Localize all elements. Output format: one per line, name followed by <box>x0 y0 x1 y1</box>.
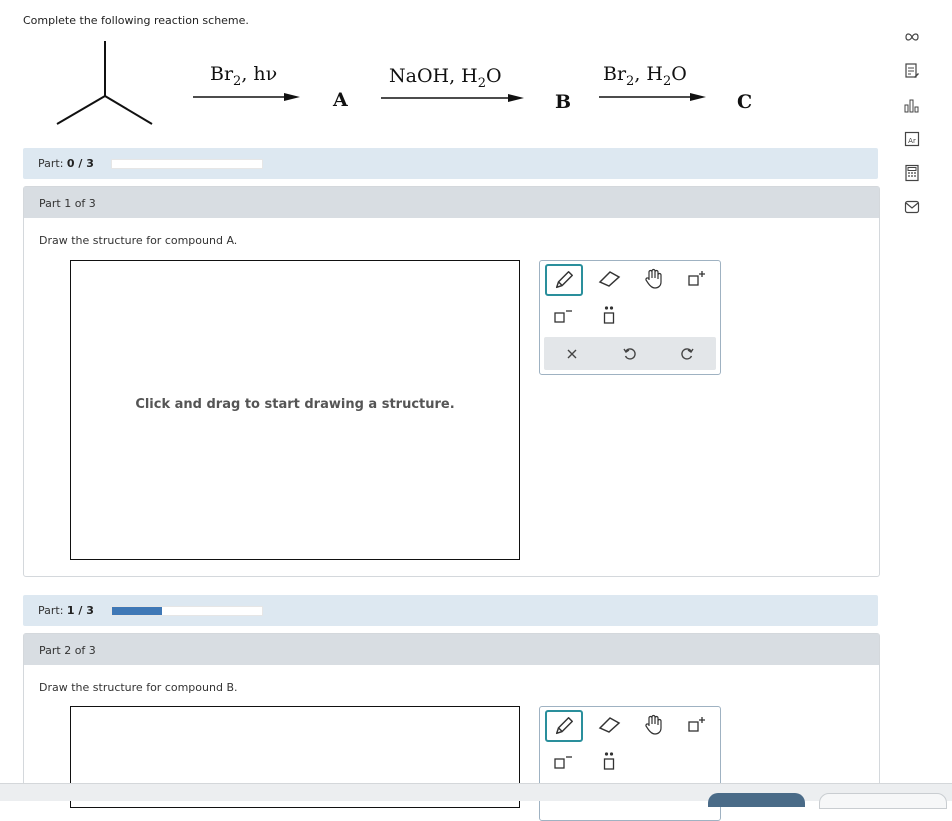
part-1-panel: Part 1 of 3 Draw the structure for compo… <box>23 186 880 577</box>
add-atom-icon <box>688 271 705 286</box>
hand-icon <box>645 268 662 289</box>
notes-button[interactable] <box>899 54 925 88</box>
reaction-scheme: Br2, hν A NaOH, H2O B Br2, H2O C <box>0 35 800 135</box>
undo-button[interactable] <box>612 339 648 369</box>
add-atom-tool[interactable] <box>679 710 715 740</box>
compound-c-label: C <box>737 91 753 113</box>
isobutane-skeleton <box>56 41 153 125</box>
drawing-canvas[interactable]: Click and drag to start drawing a struct… <box>70 260 520 560</box>
mail-icon <box>904 200 920 214</box>
part-header: Part 1 of 3 <box>24 187 879 218</box>
reagent-step3: Br2, H2O <box>603 63 687 89</box>
hand-tool[interactable] <box>635 264 671 294</box>
clear-icon <box>567 349 577 359</box>
drawing-toolbar <box>539 706 721 821</box>
question-text: Draw the structure for compound A. <box>39 234 238 247</box>
intro-text: Complete the following reaction scheme. <box>23 14 249 27</box>
periodic-table-button[interactable]: Ar <box>899 122 925 156</box>
part-progress-text: Part: 0 / 3 <box>38 157 94 170</box>
lone-pair-icon <box>603 306 615 324</box>
footer-bar <box>0 783 952 809</box>
eraser-tool[interactable] <box>591 264 627 294</box>
eraser-tool[interactable] <box>591 710 627 740</box>
reagent-text: O <box>671 63 687 85</box>
progress-fill <box>112 607 162 615</box>
clipboard-icon <box>905 63 919 78</box>
reagent-text: O <box>486 65 502 87</box>
eraser-icon <box>598 271 621 287</box>
graph-button[interactable] <box>899 88 925 122</box>
negative-charge-tool[interactable] <box>545 747 581 777</box>
lone-pair-tool[interactable] <box>591 747 627 777</box>
calculator-icon <box>905 164 919 182</box>
reagent-text: , H <box>634 63 663 85</box>
part-progress-label: Part: <box>38 157 64 170</box>
reagent-text: Br <box>210 63 234 85</box>
reagent-step2: NaOH, H2O <box>389 65 502 91</box>
negative-charge-icon <box>554 756 572 769</box>
pencil-icon <box>555 271 573 289</box>
redo-button[interactable] <box>669 339 705 369</box>
compound-b-label: B <box>555 91 572 113</box>
question-text: Draw the structure for compound B. <box>39 681 238 694</box>
pencil-icon <box>555 717 573 735</box>
part-progress-bar: Part: 0 / 3 <box>23 148 878 179</box>
reagent-subscript: 2 <box>477 75 487 91</box>
chart-icon <box>904 99 919 113</box>
part-progress-text: Part: 1 / 3 <box>38 604 94 617</box>
secondary-footer-button[interactable] <box>819 793 947 809</box>
part-progress-label: Part: <box>38 604 64 617</box>
pencil-tool[interactable] <box>545 264 583 296</box>
add-atom-icon <box>688 717 705 732</box>
primary-footer-button[interactable] <box>708 793 805 807</box>
compound-a-label: A <box>333 89 348 111</box>
pencil-tool[interactable] <box>545 710 583 742</box>
redo-icon <box>681 348 694 360</box>
part-progress-value: 0 / 3 <box>66 157 94 170</box>
right-sidebar: Ar <box>899 20 925 224</box>
infinity-icon <box>905 33 919 41</box>
part-header-text: Part 2 of 3 <box>39 644 96 657</box>
message-button[interactable] <box>899 190 925 224</box>
lone-pair-tool[interactable] <box>591 301 627 331</box>
undo-icon <box>623 348 636 360</box>
periodic-table-icon: Ar <box>904 131 920 147</box>
drawing-toolbar <box>539 260 721 375</box>
reagent-text: , hν <box>241 63 278 85</box>
reaction-arrows <box>193 96 698 99</box>
lone-pair-icon <box>603 752 615 770</box>
infinity-button[interactable] <box>899 20 925 54</box>
part-header: Part 2 of 3 <box>24 634 879 665</box>
negative-charge-icon <box>554 310 572 323</box>
progress-track <box>111 159 263 169</box>
clear-button[interactable] <box>554 339 590 369</box>
canvas-hint: Click and drag to start drawing a struct… <box>135 397 455 412</box>
svg-text:Ar: Ar <box>908 137 916 145</box>
progress-track <box>111 606 263 616</box>
add-atom-tool[interactable] <box>679 264 715 294</box>
part-2-panel: Part 2 of 3 Draw the structure for compo… <box>23 633 880 821</box>
hand-icon <box>645 714 662 735</box>
part-header-text: Part 1 of 3 <box>39 197 96 210</box>
negative-charge-tool[interactable] <box>545 301 581 331</box>
calculator-button[interactable] <box>899 156 925 190</box>
hand-tool[interactable] <box>635 710 671 740</box>
part-progress-value: 1 / 3 <box>66 604 94 617</box>
reagent-text: Br <box>603 63 627 85</box>
reagent-step1: Br2, hν <box>210 63 277 89</box>
eraser-icon <box>598 717 621 733</box>
part-progress-bar: Part: 1 / 3 <box>23 595 878 626</box>
reagent-text: NaOH, H <box>389 65 478 87</box>
